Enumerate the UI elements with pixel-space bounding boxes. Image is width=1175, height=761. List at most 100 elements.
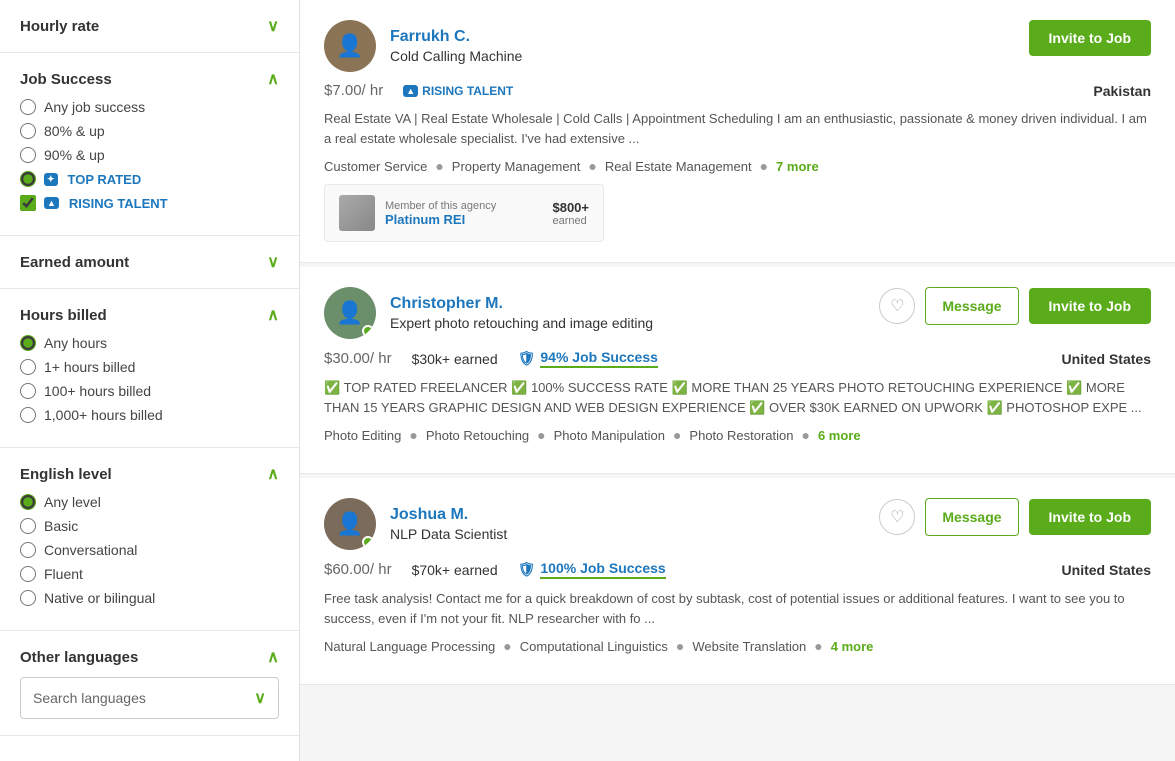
sidebar-section-hourly-rate: Hourly rate ∨: [0, 0, 299, 53]
avatar-christopher: 👤: [324, 287, 376, 339]
more-skills-joshua[interactable]: 4 more: [831, 639, 874, 654]
sidebar-section-other-languages: Other languages ∧ Search languages ∨: [0, 631, 299, 736]
avatar-joshua: 👤: [324, 498, 376, 550]
description-christopher: ✅ TOP RATED FREELANCER ✅ 100% SUCCESS RA…: [324, 378, 1151, 417]
skill-tag: Natural Language Processing: [324, 639, 495, 654]
skills-joshua: Natural Language Processing ● Computatio…: [324, 638, 1151, 654]
freelancer-name-joshua[interactable]: Joshua M.: [390, 506, 507, 524]
invite-button-christopher[interactable]: Invite to Job: [1029, 288, 1151, 324]
job-success-any[interactable]: Any job success: [20, 99, 279, 115]
hours-1plus[interactable]: 1+ hours billed: [20, 359, 279, 375]
agency-name-farrukh[interactable]: Platinum REI: [385, 212, 542, 227]
more-skills-farrukh[interactable]: 7 more: [776, 159, 819, 174]
job-success-options: Any job success 80% & up 90% & up ✦ TOP …: [20, 99, 279, 211]
hourly-rate-header[interactable]: Hourly rate ∨: [20, 16, 279, 36]
search-languages-placeholder: Search languages: [33, 690, 146, 706]
earned-joshua: $70k+ earned: [412, 562, 498, 578]
job-success-rising-talent[interactable]: ▲ RISING TALENT: [20, 195, 279, 211]
job-success-joshua: 🛡 100% Job Success: [518, 560, 666, 579]
avatar-farrukh: 👤: [324, 20, 376, 72]
skill-tag: Computational Linguistics: [520, 639, 668, 654]
hours-billed-header[interactable]: Hours billed ∧: [20, 305, 279, 325]
freelancer-card-christopher: 👤 Christopher M. Expert photo retouching…: [300, 267, 1175, 474]
sidebar-section-english-level: English level ∧ Any level Basic Conversa…: [0, 448, 299, 631]
english-fluent[interactable]: Fluent: [20, 566, 279, 582]
card-header-left-joshua: 👤 Joshua M. NLP Data Scientist: [324, 498, 507, 550]
hours-any[interactable]: Any hours: [20, 335, 279, 351]
english-native[interactable]: Native or bilingual: [20, 590, 279, 606]
location-joshua: United States: [1062, 562, 1151, 578]
job-success-90up[interactable]: 90% & up: [20, 147, 279, 163]
message-button-joshua[interactable]: Message: [925, 498, 1018, 536]
main-content: 👤 Farrukh C. Cold Calling Machine Invite…: [300, 0, 1175, 761]
english-level-chevron: ∧: [267, 464, 279, 484]
rate-joshua: $60.00/ hr: [324, 561, 392, 578]
description-joshua: Free task analysis! Contact me for a qui…: [324, 589, 1151, 628]
english-level-header[interactable]: English level ∧: [20, 464, 279, 484]
invite-button-farrukh[interactable]: Invite to Job: [1029, 20, 1151, 56]
other-languages-chevron: ∧: [267, 647, 279, 667]
invite-button-joshua[interactable]: Invite to Job: [1029, 499, 1151, 535]
rate-christopher: $30.00/ hr: [324, 350, 392, 367]
other-languages-header[interactable]: Other languages ∧: [20, 647, 279, 667]
freelancer-info-joshua: Joshua M. NLP Data Scientist: [390, 506, 507, 542]
shield-icon-christopher: 🛡: [518, 350, 536, 367]
message-button-christopher[interactable]: Message: [925, 287, 1018, 325]
job-success-80up[interactable]: 80% & up: [20, 123, 279, 139]
freelancer-title-christopher: Expert photo retouching and image editin…: [390, 315, 653, 331]
skill-tag: Website Translation: [692, 639, 806, 654]
card-meta-farrukh: $7.00/ hr ▲ RISING TALENT Pakistan: [324, 82, 1151, 99]
hours-billed-options: Any hours 1+ hours billed 100+ hours bil…: [20, 335, 279, 423]
rate-farrukh: $7.00/ hr: [324, 82, 383, 99]
heart-button-christopher[interactable]: ♡: [879, 288, 915, 324]
skills-christopher: Photo Editing ● Photo Retouching ● Photo…: [324, 427, 1151, 443]
agency-thumb-farrukh: [339, 195, 375, 231]
card-header-joshua: 👤 Joshua M. NLP Data Scientist ♡ Message…: [324, 498, 1151, 550]
freelancer-name-farrukh[interactable]: Farrukh C.: [390, 28, 522, 46]
agency-earned-farrukh: $800+ earned: [552, 200, 589, 227]
english-any[interactable]: Any level: [20, 494, 279, 510]
english-basic[interactable]: Basic: [20, 518, 279, 534]
more-skills-christopher[interactable]: 6 more: [818, 428, 861, 443]
hours-billed-chevron: ∧: [267, 305, 279, 325]
freelancer-info-christopher: Christopher M. Expert photo retouching a…: [390, 295, 653, 331]
freelancer-title-joshua: NLP Data Scientist: [390, 526, 507, 542]
skill-tag: Photo Manipulation: [554, 428, 665, 443]
sidebar: Hourly rate ∨ Job Success ∧ Any job succ…: [0, 0, 300, 761]
location-farrukh: Pakistan: [1093, 83, 1151, 99]
english-level-title: English level: [20, 466, 112, 483]
shield-icon-joshua: 🛡: [518, 561, 536, 578]
location-christopher: United States: [1062, 351, 1151, 367]
heart-button-joshua[interactable]: ♡: [879, 499, 915, 535]
hours-1000plus[interactable]: 1,000+ hours billed: [20, 407, 279, 423]
freelancer-info-farrukh: Farrukh C. Cold Calling Machine: [390, 28, 522, 64]
card-header-left-farrukh: 👤 Farrukh C. Cold Calling Machine: [324, 20, 522, 72]
earned-amount-header[interactable]: Earned amount ∨: [20, 252, 279, 272]
job-success-top-rated[interactable]: ✦ TOP RATED: [20, 171, 279, 187]
search-languages-box[interactable]: Search languages ∨: [20, 677, 279, 719]
hours-billed-title: Hours billed: [20, 307, 107, 324]
english-conversational[interactable]: Conversational: [20, 542, 279, 558]
card-actions-christopher: ♡ Message Invite to Job: [879, 287, 1151, 325]
hours-100plus[interactable]: 100+ hours billed: [20, 383, 279, 399]
job-success-title: Job Success: [20, 71, 112, 88]
sidebar-section-job-success: Job Success ∧ Any job success 80% & up 9…: [0, 53, 299, 236]
english-level-options: Any level Basic Conversational Fluent Na…: [20, 494, 279, 606]
top-rated-badge-icon: ✦: [44, 173, 58, 186]
freelancer-title-farrukh: Cold Calling Machine: [390, 48, 522, 64]
card-header-farrukh: 👤 Farrukh C. Cold Calling Machine Invite…: [324, 20, 1151, 72]
skill-tag: Photo Restoration: [689, 428, 793, 443]
card-actions-joshua: ♡ Message Invite to Job: [879, 498, 1151, 536]
freelancer-card-joshua: 👤 Joshua M. NLP Data Scientist ♡ Message…: [300, 478, 1175, 685]
skills-farrukh: Customer Service ● Property Management ●…: [324, 158, 1151, 174]
agency-box-farrukh: Member of this agency Platinum REI $800+…: [324, 184, 604, 242]
freelancer-name-christopher[interactable]: Christopher M.: [390, 295, 653, 313]
rising-talent-badge-farrukh: ▲ RISING TALENT: [403, 84, 513, 98]
card-header-left-christopher: 👤 Christopher M. Expert photo retouching…: [324, 287, 653, 339]
sidebar-section-earned-amount: Earned amount ∨: [0, 236, 299, 289]
other-languages-title: Other languages: [20, 649, 138, 666]
job-success-header[interactable]: Job Success ∧: [20, 69, 279, 89]
skill-tag: Photo Editing: [324, 428, 401, 443]
card-meta-christopher: $30.00/ hr $30k+ earned 🛡 94% Job Succes…: [324, 349, 1151, 368]
earned-amount-title: Earned amount: [20, 254, 129, 271]
